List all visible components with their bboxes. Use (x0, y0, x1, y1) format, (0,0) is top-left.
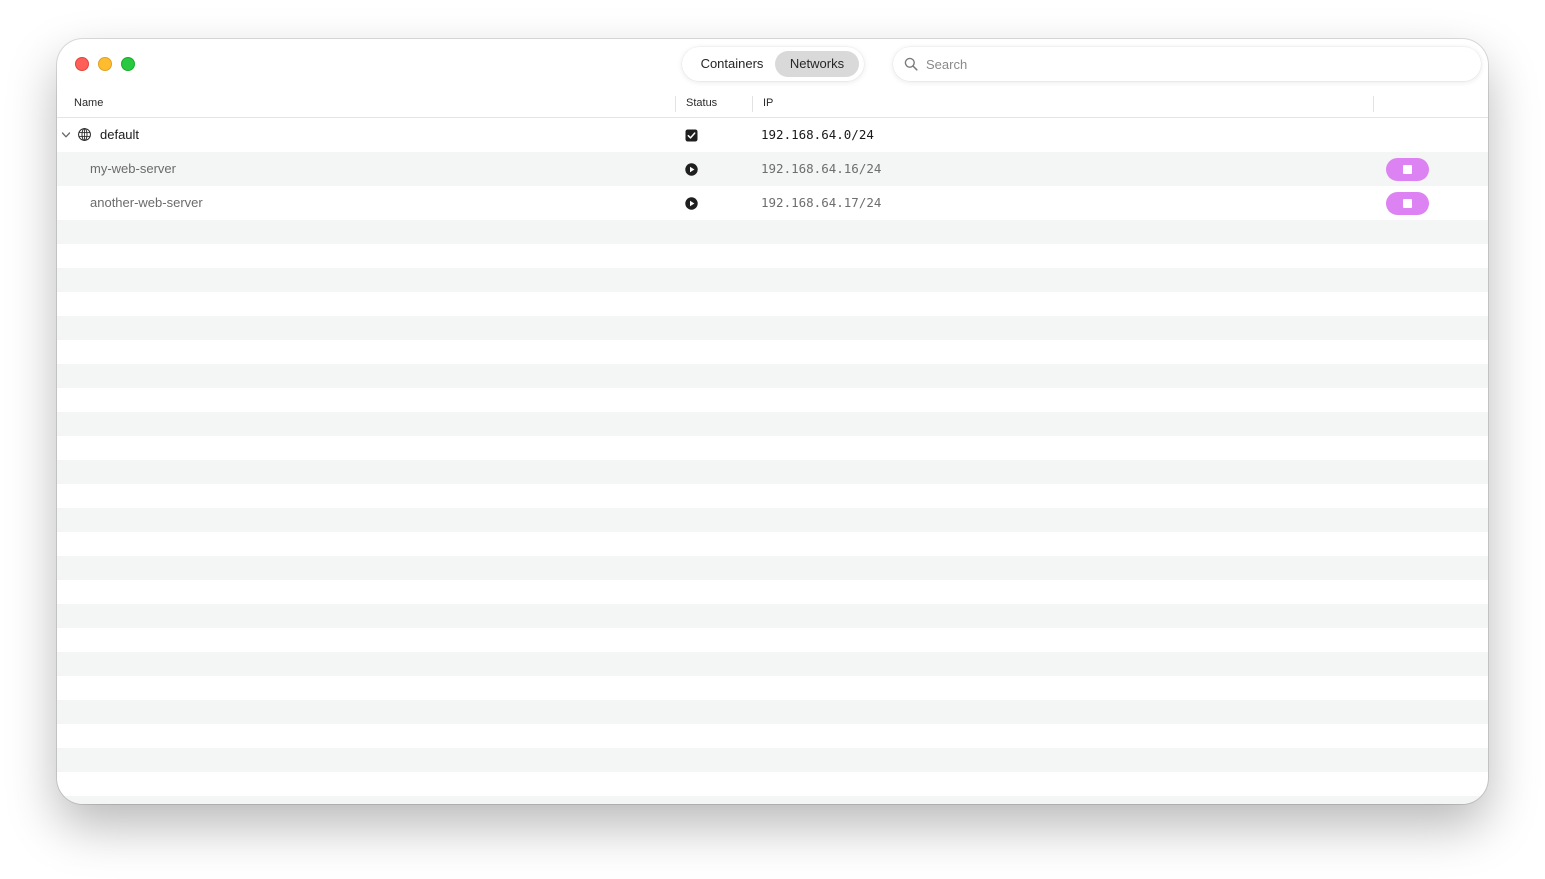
empty-row (57, 628, 1488, 652)
empty-row (57, 796, 1488, 804)
column-divider[interactable] (752, 96, 753, 112)
maximize-window-button[interactable] (121, 57, 135, 71)
chevron-down-icon[interactable] (61, 130, 71, 140)
table-header: Name Status IP (57, 91, 1488, 118)
title-bar: Containers Networks (57, 39, 1488, 91)
search-input[interactable] (926, 47, 1466, 81)
stop-icon (1403, 165, 1412, 174)
empty-row (57, 316, 1488, 340)
play-circle-icon (685, 197, 698, 210)
empty-row (57, 220, 1488, 244)
empty-row (57, 436, 1488, 460)
empty-row (57, 772, 1488, 796)
ip-address: 192.168.64.0/24 (761, 127, 874, 142)
empty-row (57, 556, 1488, 580)
stop-icon (1403, 199, 1412, 208)
column-header-name[interactable]: Name (74, 97, 103, 109)
tab-networks[interactable]: Networks (775, 51, 859, 77)
empty-row (57, 676, 1488, 700)
play-circle-icon (685, 163, 698, 176)
column-divider[interactable] (1373, 96, 1374, 112)
empty-row (57, 292, 1488, 316)
column-divider[interactable] (675, 96, 676, 112)
empty-row (57, 412, 1488, 436)
checkbox-checked-icon[interactable] (685, 129, 698, 142)
empty-row (57, 604, 1488, 628)
app-window: Containers Networks Name Status IP (57, 39, 1488, 804)
empty-row (57, 388, 1488, 412)
empty-row (57, 508, 1488, 532)
ip-address: 192.168.64.16/24 (761, 161, 882, 176)
empty-row (57, 484, 1488, 508)
container-name: another-web-server (90, 195, 203, 210)
stop-container-button[interactable] (1386, 158, 1429, 181)
close-window-button[interactable] (75, 57, 89, 71)
tab-containers[interactable]: Containers (688, 51, 776, 77)
view-segmented-control: Containers Networks (682, 47, 864, 81)
empty-row (57, 268, 1488, 292)
empty-row (57, 340, 1488, 364)
network-name: default (100, 127, 140, 142)
stop-container-button[interactable] (1386, 192, 1429, 215)
empty-row (57, 244, 1488, 268)
container-name: my-web-server (90, 161, 176, 176)
column-header-status[interactable]: Status (686, 97, 717, 109)
minimize-window-button[interactable] (98, 57, 112, 71)
column-header-ip[interactable]: IP (763, 97, 773, 109)
empty-row (57, 580, 1488, 604)
empty-row (57, 364, 1488, 388)
search-field[interactable] (893, 47, 1481, 81)
empty-row (57, 460, 1488, 484)
table-row[interactable]: default 192.168.64.0/24 (57, 118, 1488, 152)
empty-row (57, 724, 1488, 748)
table-row[interactable]: another-web-server 192.168.64.17/24 (57, 186, 1488, 220)
empty-row (57, 700, 1488, 724)
empty-row (57, 532, 1488, 556)
empty-row (57, 748, 1488, 772)
magnifying-glass-icon (904, 57, 918, 71)
empty-row (57, 652, 1488, 676)
ip-address: 192.168.64.17/24 (761, 195, 882, 210)
globe-icon (78, 128, 91, 141)
table-row[interactable]: my-web-server 192.168.64.16/24 (57, 152, 1488, 186)
